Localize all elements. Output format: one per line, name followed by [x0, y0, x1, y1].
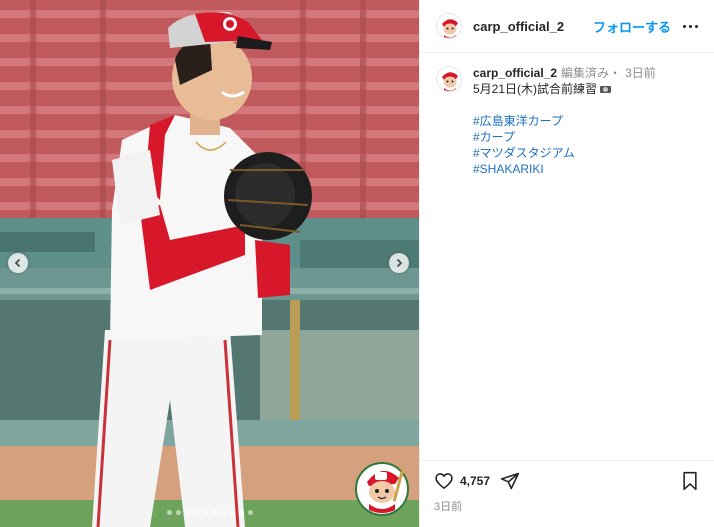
action-bar: 4,757 [420, 460, 714, 491]
caption: carp_official_2 編集済み・ 3日前 5月21日(木)試合前練習 #広… [420, 53, 714, 177]
chevron-right-icon [396, 258, 403, 268]
header-username[interactable]: carp_official_2 [473, 19, 564, 34]
post-date: 3日前 [434, 501, 463, 513]
carousel-dot [220, 510, 226, 515]
carousel-indicator [0, 510, 419, 515]
caption-username[interactable]: carp_official_2 [473, 66, 557, 80]
bookmark-icon[interactable] [681, 471, 699, 491]
carousel-dot-active [238, 510, 244, 515]
carousel-next-button[interactable] [389, 253, 409, 273]
caption-text: 5月21日(木)試合前練習 [473, 82, 598, 96]
post-header: carp_official_2 フォローする [420, 0, 714, 53]
avatar[interactable] [436, 66, 462, 92]
carousel-dot [175, 510, 181, 515]
carousel-dot [184, 510, 190, 515]
more-icon[interactable] [683, 24, 698, 28]
post-photo[interactable] [0, 0, 419, 527]
caption-time: 3日前 [625, 66, 656, 80]
carousel-dot [247, 510, 253, 515]
hashtag-list: #広島東洋カープ #カープ #マツダスタジアム #SHAKARIKI [473, 113, 656, 177]
follow-button[interactable]: フォローする [593, 17, 671, 36]
avatar[interactable] [436, 13, 462, 39]
carp-mascot-logo [355, 460, 409, 516]
post-side-panel: carp_official_2 フォローする carp_official_2 編集… [419, 0, 714, 527]
carousel-dot [193, 510, 199, 515]
heart-icon[interactable] [434, 471, 454, 491]
hashtag-link[interactable]: #広島東洋カープ [473, 113, 656, 129]
share-icon[interactable] [500, 471, 520, 491]
video-camera-emoji-icon [600, 86, 612, 94]
carousel-dot [202, 510, 208, 515]
chevron-left-icon [14, 258, 21, 268]
hashtag-link[interactable]: #SHAKARIKI [473, 161, 656, 177]
player-photo [0, 0, 419, 527]
carousel-dot [211, 510, 217, 515]
edited-label: 編集済み・ [561, 66, 622, 80]
hashtag-link[interactable]: #マツダスタジアム [473, 145, 656, 161]
carousel-prev-button[interactable] [8, 253, 28, 273]
carousel-dot [166, 510, 172, 515]
like-count[interactable]: 4,757 [460, 474, 490, 488]
hashtag-link[interactable]: #カープ [473, 129, 656, 145]
carousel-dot [229, 510, 235, 515]
